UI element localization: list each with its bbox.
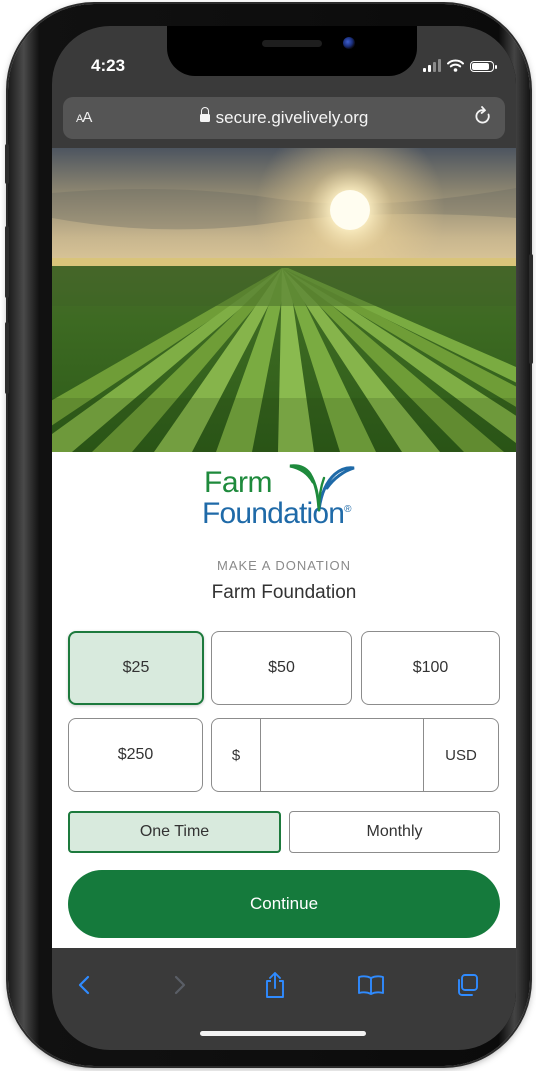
forward-icon[interactable] [160,968,200,1002]
amount-250-button[interactable]: $250 [68,718,203,792]
amount-100-button[interactable]: $100 [361,631,500,705]
currency-code: USD [423,719,498,791]
lock-icon [199,107,210,124]
page-content: Farm Foundation® MAKE A DONATION Farm Fo… [52,148,516,970]
organization-name: Farm Foundation [211,582,357,603]
custom-amount-input[interactable] [261,719,423,791]
status-time: 4:23 [91,56,126,75]
url-text: secure.givelively.org [215,108,369,127]
one-time-toggle[interactable]: One Time [68,811,281,853]
tabs-icon[interactable] [447,968,487,1002]
back-icon[interactable] [64,968,104,1002]
browser-toolbar [52,948,516,1050]
hero-field-image [52,148,516,452]
reload-icon[interactable] [474,106,492,126]
phone-frame: 4:23 AA secure.givelively.org Farm Found… [5,4,533,1066]
farm-foundation-logo: Farm Foundation® [202,464,372,538]
monthly-toggle[interactable]: Monthly [289,811,500,853]
notch [167,26,417,76]
power-button [529,254,533,364]
amount-25-button[interactable]: $25 [68,631,204,705]
front-camera [343,37,355,49]
continue-button[interactable]: Continue [68,870,500,938]
speaker-grille [262,40,322,47]
browser-address-bar: AA secure.givelively.org [52,90,516,148]
battery-icon [470,61,497,72]
custom-amount-field: $ USD [211,718,499,792]
url-display[interactable]: secure.givelively.org [63,107,505,128]
wheat-sprout-icon [289,464,355,512]
phone-screen: 4:23 AA secure.givelively.org Farm Found… [52,26,516,1050]
section-eyebrow: MAKE A DONATION [217,558,351,573]
action-button [5,144,9,184]
volume-up-button [5,226,9,298]
currency-symbol: $ [212,719,261,791]
status-bar: 4:23 [52,26,516,90]
cellular-signal-icon [423,59,441,72]
volume-down-button [5,322,9,394]
wifi-icon [447,59,464,72]
home-indicator[interactable] [200,1031,366,1036]
amount-50-button[interactable]: $50 [211,631,352,705]
status-icons [423,58,497,72]
bookmarks-icon[interactable] [351,968,391,1002]
logo-text-farm: Farm [204,466,273,499]
share-icon[interactable] [255,968,295,1002]
url-field[interactable]: AA secure.givelively.org [63,97,505,139]
